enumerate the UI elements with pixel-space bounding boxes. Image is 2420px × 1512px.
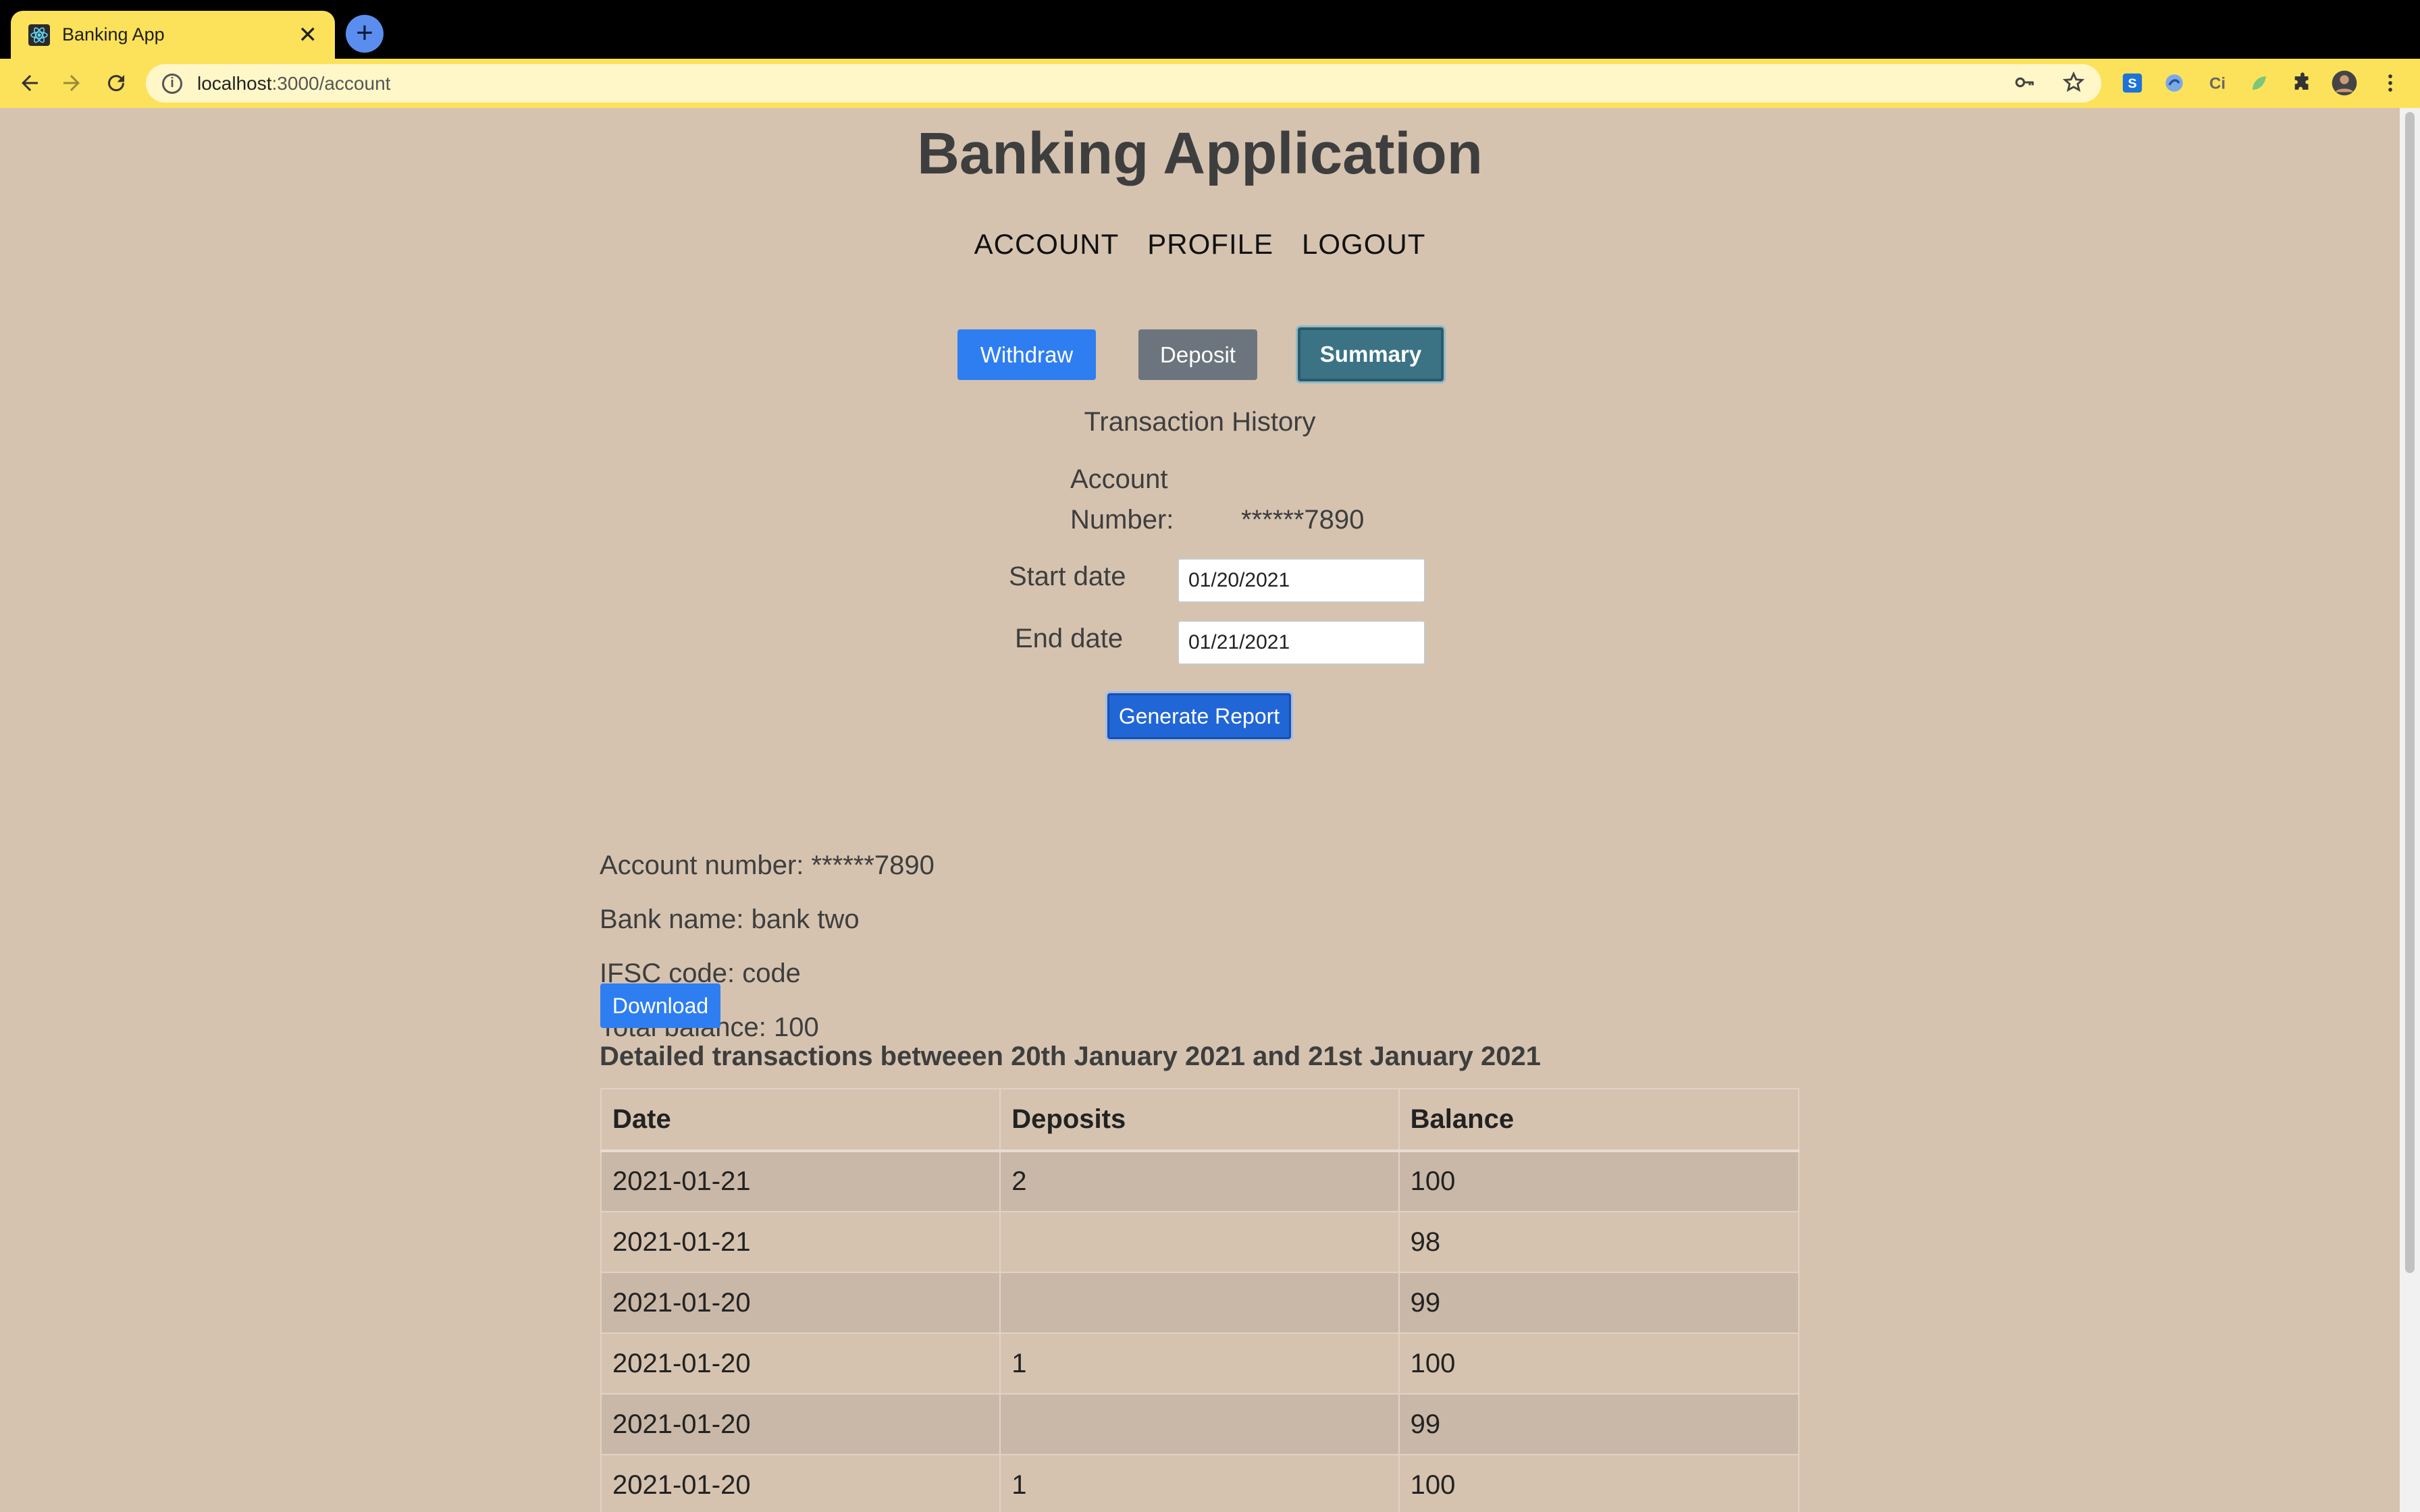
column-header-date: Date: [600, 1088, 1001, 1152]
account-number-value: ******7890: [1241, 505, 1365, 535]
table-row: 2021-01-20 1 100: [600, 1454, 1800, 1512]
browser-tab-active[interactable]: Banking App ✕: [11, 11, 335, 59]
cell-balance: 98: [1398, 1211, 1800, 1273]
summary-button[interactable]: Summary: [1298, 327, 1444, 381]
bookmark-star-icon[interactable]: [2062, 71, 2085, 97]
forward-arrow-icon[interactable]: [57, 68, 86, 98]
cell-balance: 99: [1398, 1393, 1800, 1455]
cell-deposits: [999, 1272, 1400, 1334]
cell-deposits: [999, 1393, 1400, 1455]
cell-balance: 99: [1398, 1272, 1800, 1334]
cell-date: 2021-01-21: [600, 1150, 1001, 1212]
column-header-balance: Balance: [1398, 1088, 1800, 1152]
cell-deposits: [999, 1211, 1400, 1273]
browser-toolbar: i localhost:3000/account S Ci: [0, 59, 2420, 108]
column-header-deposits: Deposits: [999, 1088, 1400, 1152]
browser-menu-icon[interactable]: [2377, 70, 2404, 97]
cell-date: 2021-01-21: [600, 1211, 1001, 1273]
address-bar[interactable]: i localhost:3000/account: [146, 64, 2101, 103]
table-row: 2021-01-20 99: [600, 1393, 1800, 1455]
table-row: 2021-01-21 98: [600, 1211, 1800, 1273]
withdraw-button[interactable]: Withdraw: [957, 329, 1096, 380]
account-number-label: Account Number:: [1070, 464, 1174, 535]
cell-date: 2021-01-20: [600, 1393, 1001, 1455]
page-content: Banking Application ACCOUNT PROFILE LOGO…: [0, 108, 2400, 1512]
new-tab-plus-icon[interactable]: +: [346, 15, 384, 53]
svg-text:S: S: [2128, 76, 2136, 91]
nav-account-link[interactable]: ACCOUNT: [974, 228, 1120, 261]
download-button[interactable]: Download: [600, 983, 720, 1028]
cell-balance: 100: [1398, 1150, 1800, 1212]
start-date-input[interactable]: [1178, 558, 1425, 603]
scrollbar-thumb[interactable]: [2405, 112, 2415, 1273]
table-row: 2021-01-20 1 100: [600, 1332, 1800, 1395]
deposit-button[interactable]: Deposit: [1138, 329, 1257, 380]
browser-tab-strip: Banking App ✕ +: [0, 0, 2420, 59]
react-icon: [28, 24, 50, 46]
cell-date: 2021-01-20: [600, 1272, 1001, 1334]
report-bank-name: Bank name: bank two: [600, 905, 860, 934]
transaction-history-heading: Transaction History: [1084, 407, 1316, 437]
profile-avatar[interactable]: [2331, 70, 2358, 97]
app-title: Banking Application: [917, 121, 1483, 186]
url-text: localhost:3000/account: [197, 72, 391, 94]
cell-deposits: 2: [999, 1150, 1400, 1212]
extension-leaf-icon[interactable]: [2246, 70, 2273, 97]
report-account-number: Account number: ******7890: [600, 850, 935, 880]
end-date-label: End date: [1015, 624, 1124, 653]
table-row: 2021-01-21 2 100: [600, 1150, 1800, 1212]
main-nav: ACCOUNT PROFILE LOGOUT: [0, 228, 2400, 261]
extension-s-icon[interactable]: S: [2119, 70, 2146, 97]
extension-swirl-icon[interactable]: [2161, 70, 2188, 97]
site-info-icon[interactable]: i: [162, 73, 182, 94]
tab-close-icon[interactable]: ✕: [298, 24, 318, 47]
generate-report-button[interactable]: Generate Report: [1107, 693, 1291, 739]
end-date-input[interactable]: [1178, 620, 1425, 665]
cell-date: 2021-01-20: [600, 1332, 1001, 1395]
transactions-table: Date Deposits Balance 2021-01-21 2 100 2021…: [600, 1088, 1800, 1512]
back-arrow-icon[interactable]: [15, 68, 45, 98]
cell-date: 2021-01-20: [600, 1454, 1001, 1512]
extensions-puzzle-icon[interactable]: [2289, 70, 2316, 97]
key-icon[interactable]: [2014, 71, 2036, 97]
table-header-row: Date Deposits Balance: [600, 1088, 1800, 1152]
detailed-transactions-heading: Detailed transactions betweeen 20th Janu…: [600, 1042, 1541, 1071]
reload-icon[interactable]: [101, 68, 131, 98]
tab-title: Banking App: [62, 24, 165, 45]
table-row: 2021-01-20 99: [600, 1272, 1800, 1334]
cell-deposits: 1: [999, 1332, 1400, 1395]
cell-balance: 100: [1398, 1454, 1800, 1512]
cell-balance: 100: [1398, 1332, 1800, 1395]
svg-text:Ci: Ci: [2209, 75, 2226, 93]
cell-deposits: 1: [999, 1454, 1400, 1512]
start-date-label: Start date: [1009, 562, 1126, 591]
nav-profile-link[interactable]: PROFILE: [1147, 228, 1273, 261]
page-scrollbar[interactable]: [2400, 108, 2420, 1512]
nav-logout-link[interactable]: LOGOUT: [1302, 228, 1425, 261]
extension-ci-icon[interactable]: Ci: [2204, 70, 2231, 97]
